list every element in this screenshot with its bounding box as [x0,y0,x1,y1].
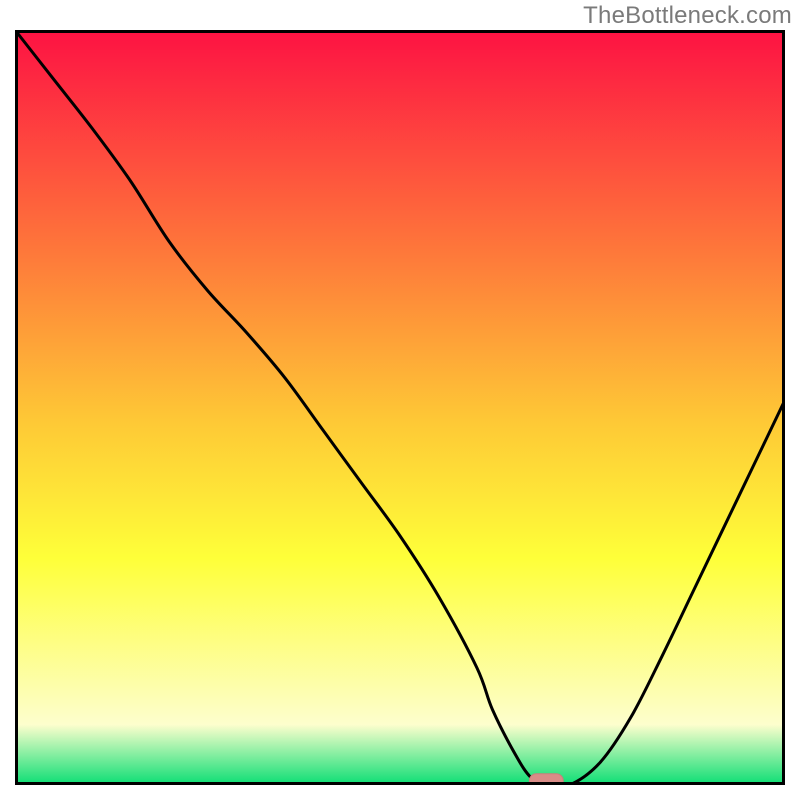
gradient-background [15,30,785,785]
watermark-text: TheBottleneck.com [583,2,792,30]
chart-container: TheBottleneck.com [0,0,800,800]
bottleneck-chart [15,30,785,785]
plot-area [15,30,785,785]
